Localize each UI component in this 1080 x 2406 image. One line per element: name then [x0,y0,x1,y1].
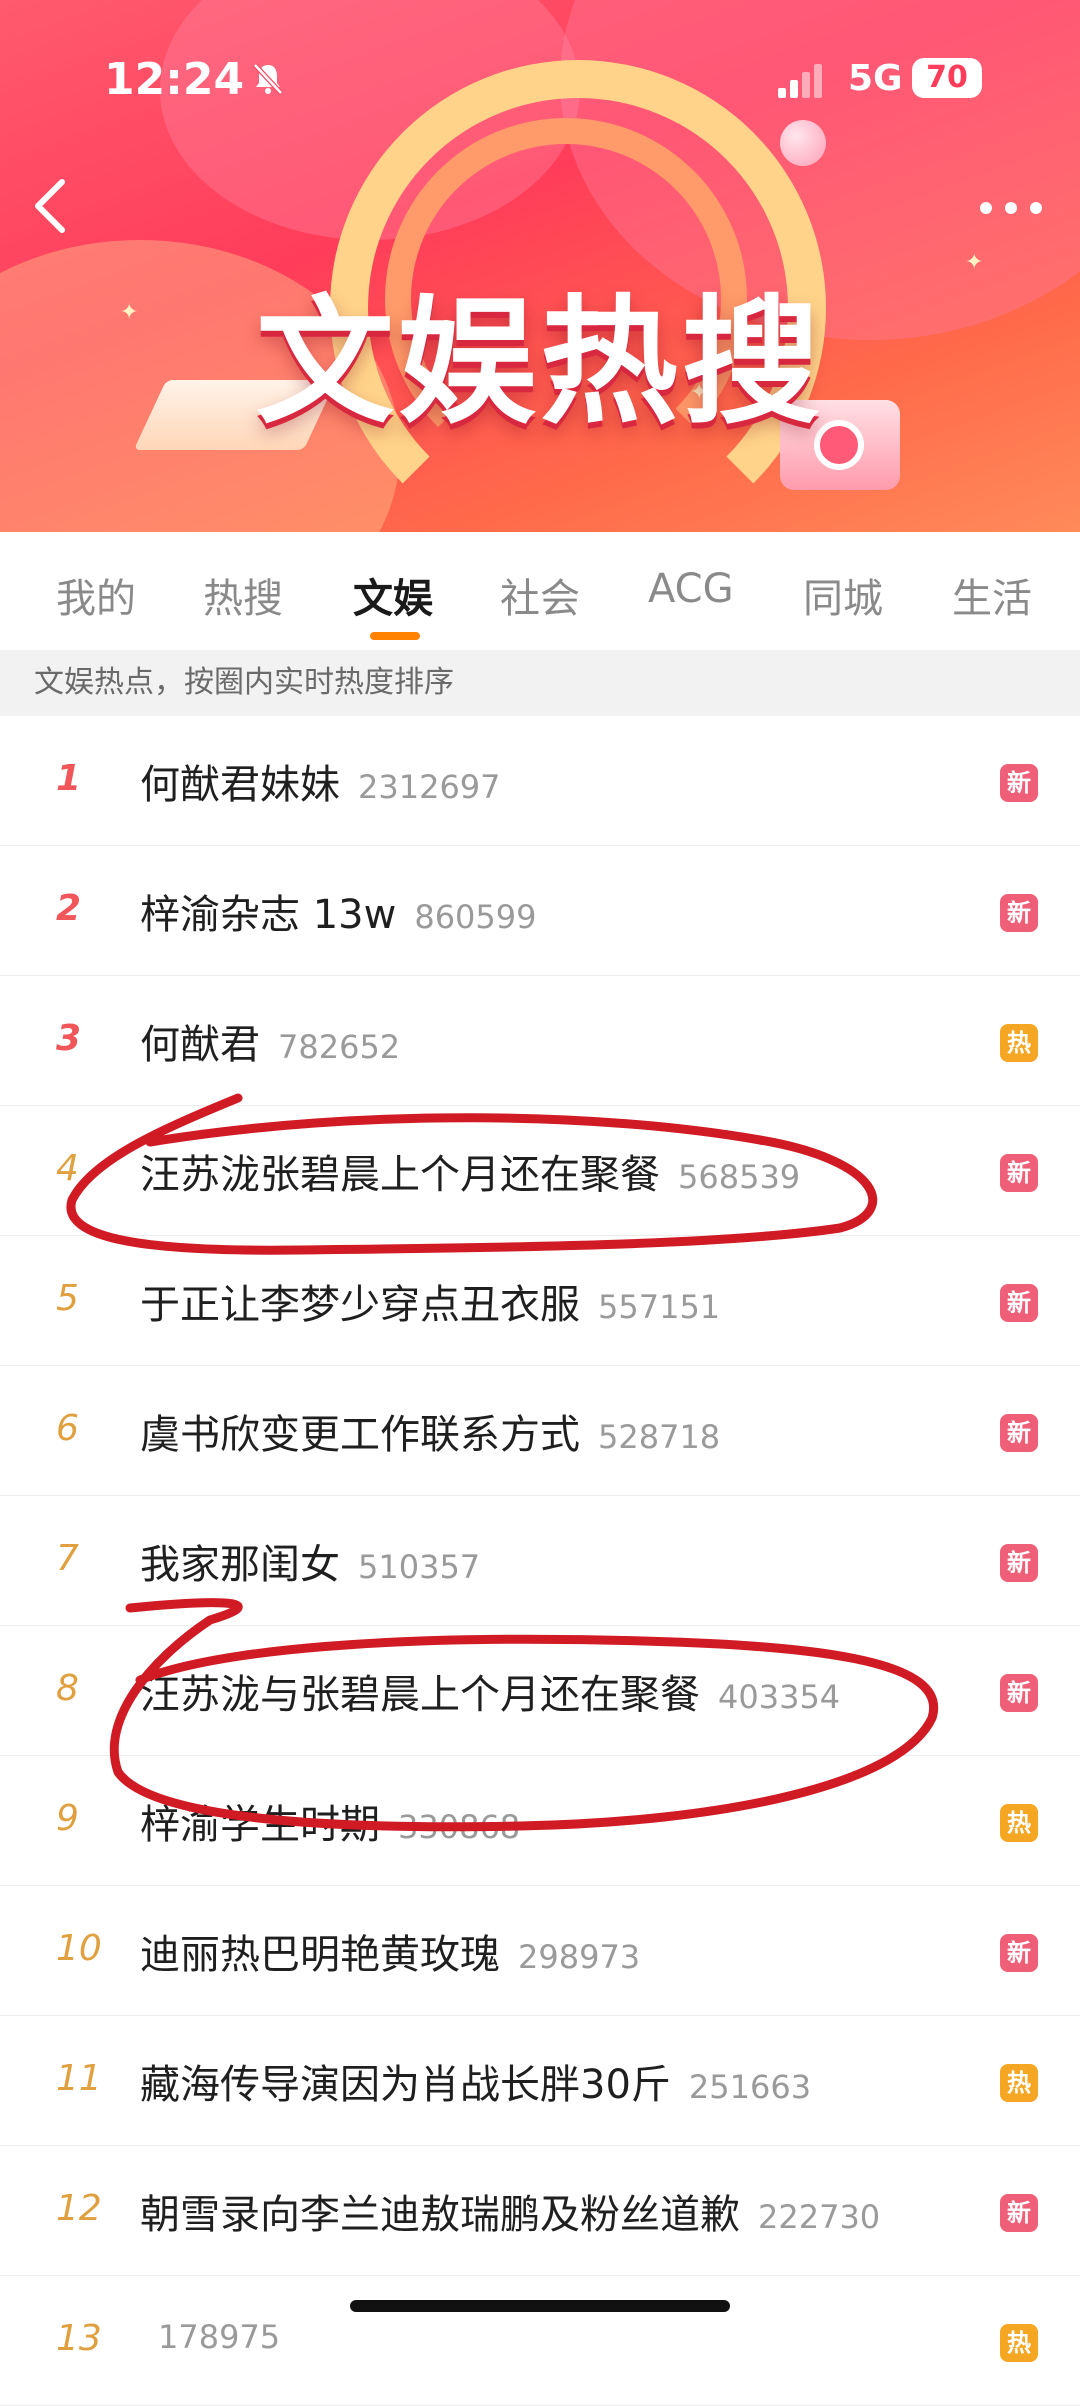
list-item[interactable]: 11 藏海传导演因为肖战长胖30斤 251663 热 [0,2016,1080,2146]
hot-badge: 热 [1000,2064,1038,2102]
rank-number: 8 [56,1668,79,1709]
heat-value: 568539 [678,1158,801,1196]
topic-title: 何猷君 [140,1022,260,1068]
active-tab-indicator [370,632,420,640]
tab-life[interactable]: 生活 [952,566,1032,624]
topic-title: 虞书欣变更工作联系方式 [140,1412,580,1458]
new-badge: 新 [1000,2194,1038,2232]
rank-number: 4 [56,1148,79,1189]
network-label: 5G [848,58,903,99]
new-badge: 新 [1000,894,1038,932]
list-item[interactable]: 2 梓渝杂志 13w 860599 新 [0,846,1080,976]
battery-indicator: 70 [912,58,982,98]
back-arrow-icon[interactable] [26,176,76,236]
list-item[interactable]: 10 迪丽热巴明艳黄玫瑰 298973 新 [0,1886,1080,2016]
list-item[interactable]: 9 梓渝学生时期 330868 热 [0,1756,1080,1886]
hot-badge: 热 [1000,1804,1038,1842]
topic-title: 藏海传导演因为肖战长胖30斤 [140,2062,671,2108]
topic-title: 汪苏泷与张碧晨上个月还在聚餐 [140,1672,700,1718]
category-tabs: 我的 热搜 文娱 社会 ACG 同城 生活 [0,532,1080,650]
new-badge: 新 [1000,764,1038,802]
more-options-icon[interactable] [976,196,1046,220]
heat-value: 298973 [518,1938,641,1976]
heat-value: 782652 [278,1028,401,1066]
new-badge: 新 [1000,1284,1038,1322]
rank-number: 9 [56,1798,79,1839]
list-description: 文娱热点，按圈内实时热度排序 [0,650,1080,716]
heat-value: 178975 [158,2318,281,2356]
topic-title: 迪丽热巴明艳黄玫瑰 [140,1932,500,1978]
topic-title: 于正让李梦少穿点丑衣服 [140,1282,580,1328]
new-badge: 新 [1000,1154,1038,1192]
hot-badge: 热 [1000,2324,1038,2362]
signal-icon [778,64,822,98]
new-badge: 新 [1000,1544,1038,1582]
heat-value: 222730 [758,2198,881,2236]
rank-number: 1 [56,758,82,799]
topic-title: 朝雪录向李兰迪敖瑞鹏及粉丝道歉 [140,2192,740,2238]
heat-value: 403354 [718,1678,841,1716]
list-item[interactable]: 13 178975 热 [0,2276,1080,2406]
topic-title: 我家那闺女 [140,1542,340,1588]
header-banner: ✦ ✦ ✦ 文娱热搜 12:24 5G 70 [0,0,1080,532]
topic-title: 何猷君妹妹 [140,762,340,808]
heat-value: 251663 [688,2068,812,2106]
list-item[interactable]: 7 我家那闺女 510357 新 [0,1496,1080,1626]
new-badge: 新 [1000,1934,1038,1972]
heat-value: 330868 [398,1808,521,1846]
status-time: 12:24 [104,54,245,105]
tab-society[interactable]: 社会 [500,566,580,624]
rank-number: 3 [56,1018,82,1059]
list-item[interactable]: 3 何猷君 782652 热 [0,976,1080,1106]
rank-number: 2 [56,888,82,929]
rank-number: 13 [56,2318,102,2359]
rank-number: 6 [56,1408,79,1449]
heat-value: 860599 [414,898,537,936]
status-bar: 12:24 5G 70 [0,0,1080,150]
list-item[interactable]: 5 于正让李梦少穿点丑衣服 557151 新 [0,1236,1080,1366]
tab-hot-search[interactable]: 热搜 [203,566,283,624]
list-item[interactable]: 4 汪苏泷张碧晨上个月还在聚餐 568539 新 [0,1106,1080,1236]
list-item[interactable]: 12 朝雪录向李兰迪敖瑞鹏及粉丝道歉 222730 新 [0,2146,1080,2276]
rank-number: 12 [56,2188,102,2229]
hot-badge: 热 [1000,1024,1038,1062]
rank-number: 7 [56,1538,79,1579]
bell-muted-icon [253,63,283,95]
list-item[interactable]: 1 何猷君妹妹 2312697 新 [0,716,1080,846]
topic-title: 汪苏泷张碧晨上个月还在聚餐 [140,1152,660,1198]
new-badge: 新 [1000,1414,1038,1452]
hot-search-list: 1 何猷君妹妹 2312697 新 2 梓渝杂志 13w 860599 新 3 何猷… [0,716,1080,2406]
heat-value: 2312697 [358,768,501,806]
rank-number: 10 [56,1928,102,1969]
list-item[interactable]: 8 汪苏泷与张碧晨上个月还在聚餐 403354 新 [0,1626,1080,1756]
topic-title: 梓渝杂志 13w [140,892,397,938]
rank-number: 5 [56,1278,79,1319]
tab-local[interactable]: 同城 [803,566,883,624]
new-badge: 新 [1000,1674,1038,1712]
page-title: 文娱热搜 [255,282,824,443]
list-item[interactable]: 6 虞书欣变更工作联系方式 528718 新 [0,1366,1080,1496]
tab-acg[interactable]: ACG [648,566,734,612]
heat-value: 557151 [598,1288,721,1326]
rank-number: 11 [56,2058,102,2099]
tab-mine[interactable]: 我的 [56,566,136,624]
home-indicator [350,2300,730,2312]
heat-value: 528718 [598,1418,721,1456]
heat-value: 510357 [358,1548,481,1586]
list-description-text: 文娱热点，按圈内实时热度排序 [34,665,454,700]
topic-title: 梓渝学生时期 [140,1802,380,1848]
tab-entertainment[interactable]: 文娱 [353,566,433,624]
